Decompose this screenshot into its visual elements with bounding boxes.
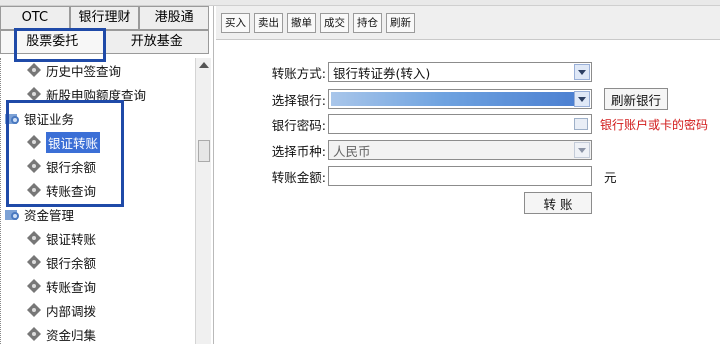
tree-item-fund-bank-balance[interactable]: 银行余额: [0, 250, 195, 274]
tree-item-internal-allocation[interactable]: 内部调拨: [0, 298, 195, 322]
highlight-box-bank-securities: [6, 100, 124, 207]
tabs-row-1: OTC 银行理财 港股通: [0, 6, 210, 30]
tree-scrollbar[interactable]: [195, 58, 211, 344]
tab-otc[interactable]: OTC: [0, 6, 70, 30]
transfer-mode-label: 转账方式:: [271, 65, 326, 81]
tree-item-label: 转账查询: [46, 279, 97, 295]
amount-unit: 元: [604, 169, 617, 185]
refresh-button[interactable]: 刷新: [386, 12, 415, 33]
tab-bank-wealth[interactable]: 银行理财: [69, 6, 140, 30]
buy-button[interactable]: 买入: [221, 12, 250, 33]
bank-select[interactable]: [328, 89, 592, 109]
bank-label: 选择银行:: [271, 92, 326, 108]
bank-password-hint: 银行账户或卡的密码: [600, 117, 709, 132]
positions-button[interactable]: 持仓: [353, 12, 382, 33]
bank-select-row: 选择银行: 刷新银行: [216, 88, 668, 110]
tree-item-label: 历史中签查询: [46, 63, 122, 79]
sell-button[interactable]: 卖出: [254, 12, 283, 33]
amount-label: 转账金额:: [271, 169, 326, 185]
diamond-tool-icon: [27, 231, 41, 245]
currency-row: 选择币种: 人民币: [216, 140, 592, 160]
tree-item-fund-collection[interactable]: 资金归集: [0, 322, 195, 344]
scroll-up-icon[interactable]: [199, 62, 209, 68]
diamond-tool-icon: [27, 63, 41, 77]
transfer-mode-value: 银行转证券(转入): [333, 65, 431, 81]
diamond-tool-icon: [27, 279, 41, 293]
diamond-tool-icon: [27, 255, 41, 269]
tree-item-label: 银证转账: [46, 231, 97, 247]
bank-password-input[interactable]: [328, 114, 592, 134]
currency-select[interactable]: 人民币: [328, 140, 592, 160]
tree-item-label: 资金归集: [46, 327, 97, 343]
tree-item-label: 银行余额: [46, 255, 97, 271]
cancel-order-button[interactable]: 撤单: [287, 12, 316, 33]
tab-hk-connect[interactable]: 港股通: [139, 6, 210, 30]
transfer-mode-select[interactable]: 银行转证券(转入): [328, 62, 592, 82]
transfer-mode-row: 转账方式: 银行转证券(转入): [216, 62, 592, 82]
submit-transfer-button[interactable]: 转 账: [524, 192, 592, 214]
chevron-down-icon[interactable]: [574, 91, 590, 107]
main-panel: 买入 卖出 撤单 成交 持仓 刷新 转账方式: 银行转证券(转入) 选择银行: …: [216, 6, 720, 344]
currency-value: 人民币: [333, 143, 371, 159]
bank-transfer-form: 转账方式: 银行转证券(转入) 选择银行: 刷新银行 银行密码: 银行账户或卡的…: [216, 40, 720, 344]
chevron-down-icon[interactable]: [574, 142, 590, 158]
amount-row: 转账金额: 元: [216, 166, 617, 186]
tree-item-fund-transfer-query[interactable]: 转账查询: [0, 274, 195, 298]
tree-item-label: 资金管理: [24, 207, 75, 223]
deals-button[interactable]: 成交: [320, 12, 349, 33]
amount-input[interactable]: [328, 166, 592, 186]
refresh-bank-button[interactable]: 刷新银行: [604, 88, 668, 110]
tree-item-fund-bank-transfer[interactable]: 银证转账: [0, 226, 195, 250]
diamond-tool-icon: [27, 303, 41, 317]
bank-password-label: 银行密码:: [271, 117, 326, 133]
diamond-tool-icon: [27, 327, 41, 341]
currency-label: 选择币种:: [271, 143, 326, 159]
chevron-down-icon[interactable]: [574, 64, 590, 80]
tab-open-fund[interactable]: 开放基金: [104, 30, 209, 54]
keyboard-icon[interactable]: [574, 118, 588, 130]
toolbar: 买入 卖出 撤单 成交 持仓 刷新: [216, 6, 720, 40]
highlight-box-stock-order: [14, 28, 106, 62]
bank-password-row: 银行密码: 银行账户或卡的密码: [216, 114, 708, 134]
tree-item-label: 内部调拨: [46, 303, 97, 319]
left-navigation-panel: OTC 银行理财 港股通 股票委托 开放基金 历史中签查询 新股申购额度查询 银…: [0, 6, 214, 344]
scrollbar-thumb[interactable]: [198, 140, 210, 162]
bank-select-blurred-value: [331, 92, 579, 106]
bank-folder-icon: [5, 210, 19, 220]
